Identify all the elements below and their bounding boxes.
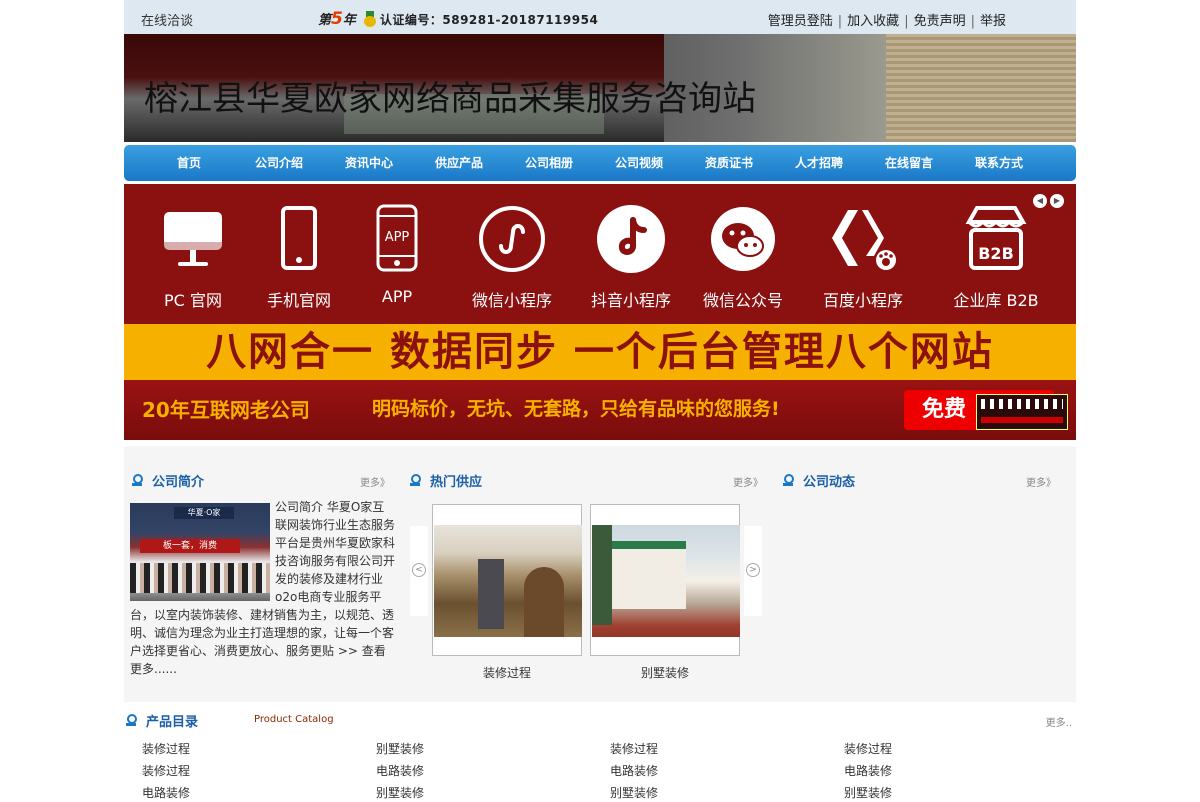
catalog-grid: 装修过程 别墅装修 装修过程 装修过程 装修过程 电路装修 电路装修 电路装修 … [142, 740, 1072, 802]
nav-contact[interactable]: 联系方式 [954, 145, 1044, 181]
location-pin-icon [410, 473, 421, 487]
photo-shop-sign: 华夏·O家 [174, 507, 234, 519]
nav-certificates[interactable]: 资质证书 [684, 145, 774, 181]
photo-banner: 板一套，消费 [140, 539, 240, 553]
disclaimer-link[interactable]: 免责声明 [914, 14, 966, 29]
nav-jobs[interactable]: 人才招聘 [774, 145, 864, 181]
catalog-item[interactable]: 电路装修 [376, 762, 610, 780]
product-catalog: 产品目录 Product Catalog 更多.. 装修过程 别墅装修 装修过程… [124, 706, 1076, 800]
catalog-item[interactable]: 电路装修 [142, 784, 376, 802]
medal-icon [363, 11, 376, 27]
admin-login-link[interactable]: 管理员登陆 [768, 14, 833, 29]
nav-news[interactable]: 资讯中心 [324, 145, 414, 181]
svg-text:APP: APP [385, 230, 410, 245]
catalog-item[interactable]: 别墅装修 [376, 740, 610, 758]
intro-heading: 公司简介 [132, 472, 204, 490]
promo-label: APP [381, 287, 413, 306]
supply-more-link[interactable]: 更多》 [733, 474, 763, 489]
online-chat-link[interactable]: 在线洽谈 [141, 10, 193, 29]
supply-card[interactable] [590, 504, 740, 656]
photo-staff [130, 563, 270, 593]
promo-label: 抖音小程序 [590, 291, 671, 310]
membership-years: 第5年 [318, 9, 356, 29]
main-nav: 首页 公司介绍 资讯中心 供应产品 公司相册 公司视频 资质证书 人才招聘 在线… [124, 145, 1076, 181]
location-pin-icon [126, 713, 137, 727]
nav-home[interactable]: 首页 [144, 145, 234, 181]
wechat-miniprogram-icon [479, 206, 545, 272]
desktop-icon [164, 212, 222, 266]
catalog-item[interactable]: 电路装修 [844, 762, 1078, 780]
supply-caption[interactable]: 装修过程 [432, 664, 582, 681]
nav-products[interactable]: 供应产品 [414, 145, 504, 181]
site-title: 榕江县华夏欧家网络商品采集服务咨询站 [144, 79, 756, 119]
nav-about[interactable]: 公司介绍 [234, 145, 324, 181]
app-icon: APP [376, 204, 418, 272]
nav-message[interactable]: 在线留言 [864, 145, 954, 181]
catalog-item[interactable]: 别墅装修 [610, 784, 844, 802]
promo-label: 微信公众号 [702, 291, 783, 310]
catalog-item[interactable]: 别墅装修 [376, 784, 610, 802]
promo-qr-badge [976, 394, 1068, 430]
catalog-more-link[interactable]: 更多.. [1046, 714, 1072, 729]
report-link[interactable]: 举报 [980, 14, 1006, 29]
product-photo [434, 525, 582, 637]
product-photo [592, 525, 740, 637]
promo-label: 企业库 B2B [953, 291, 1039, 310]
supply-caption[interactable]: 别墅装修 [590, 664, 740, 681]
supply-card[interactable] [432, 504, 582, 656]
top-bar: 在线洽谈 第5年 认证编号：589281-20187119954 管理员登陆 | 加… [124, 0, 1076, 34]
supply-next-button[interactable]: > [744, 526, 762, 616]
cert-number: 认证编号：589281-20187119954 [379, 12, 599, 27]
promo-next-arrow-icon[interactable]: ▶ [1050, 194, 1064, 208]
chevron-right-icon: > [746, 563, 760, 577]
certification-info: 第5年 认证编号：589281-20187119954 [318, 9, 598, 29]
banner-shutter-image [886, 34, 1076, 142]
company-photo[interactable]: 华夏·O家 板一套，消费 [130, 503, 270, 601]
promo-banner[interactable]: PC 官网 手机官网 APP APP 微信小程序 抖音小程序 微信公众号 百度小… [124, 184, 1076, 440]
promo-label: 微信小程序 [471, 291, 552, 310]
news-heading: 公司动态 [783, 472, 855, 490]
promo-slogan-pricing: 明码标价，无坑、无套路，只给有品味的您服务! [372, 398, 780, 420]
catalog-item[interactable]: 别墅装修 [844, 784, 1078, 802]
promo-prev-arrow-icon[interactable]: ◀ [1033, 194, 1047, 208]
mobile-icon [281, 206, 317, 270]
nav-video[interactable]: 公司视频 [594, 145, 684, 181]
add-favorite-link[interactable]: 加入收藏 [847, 14, 899, 29]
promo-arrows: ◀ ▶ [1033, 194, 1064, 208]
b2b-store-icon: B2B [965, 206, 1027, 270]
location-pin-icon [132, 473, 143, 487]
content-area: 公司简介 更多》 公司简介 华夏O家互联网装饰行业生态服务平台是贵州华夏欧家科技… [124, 446, 1076, 702]
catalog-heading: 产品目录 [126, 712, 198, 730]
catalog-item[interactable]: 装修过程 [844, 740, 1078, 758]
douyin-icon [597, 205, 665, 273]
chevron-left-icon: < [412, 563, 426, 577]
svg-text:B2B: B2B [978, 244, 1014, 263]
catalog-english-title: Product Catalog [254, 714, 334, 725]
catalog-item[interactable]: 电路装修 [610, 762, 844, 780]
news-more-link[interactable]: 更多》 [1026, 474, 1056, 489]
top-links: 管理员登陆 | 加入收藏 | 免责声明 | 举报 [767, 14, 1006, 29]
catalog-item[interactable]: 装修过程 [142, 762, 376, 780]
promo-slogan-main: 八网合一 数据同步 一个后台管理八个网站 [124, 324, 1076, 380]
promo-slogan-company: 20年互联网老公司 [142, 398, 310, 422]
intro-more-link[interactable]: 更多》 [360, 474, 390, 489]
catalog-item[interactable]: 装修过程 [142, 740, 376, 758]
baidu-icon [832, 210, 896, 270]
supply-prev-button[interactable]: < [410, 526, 428, 616]
catalog-item[interactable]: 装修过程 [610, 740, 844, 758]
location-pin-icon [783, 473, 794, 487]
wechat-icon [711, 207, 775, 271]
nav-album[interactable]: 公司相册 [504, 145, 594, 181]
header-banner: 榕江县华夏欧家网络商品采集服务咨询站 [124, 34, 1076, 142]
promo-label: 百度小程序 [822, 291, 903, 310]
supply-heading: 热门供应 [410, 472, 482, 490]
promo-label: PC 官网 [164, 291, 222, 310]
promo-slogan-bar: 20年互联网老公司 明码标价，无坑、无套路，只给有品味的您服务! 免费 [124, 380, 1076, 440]
